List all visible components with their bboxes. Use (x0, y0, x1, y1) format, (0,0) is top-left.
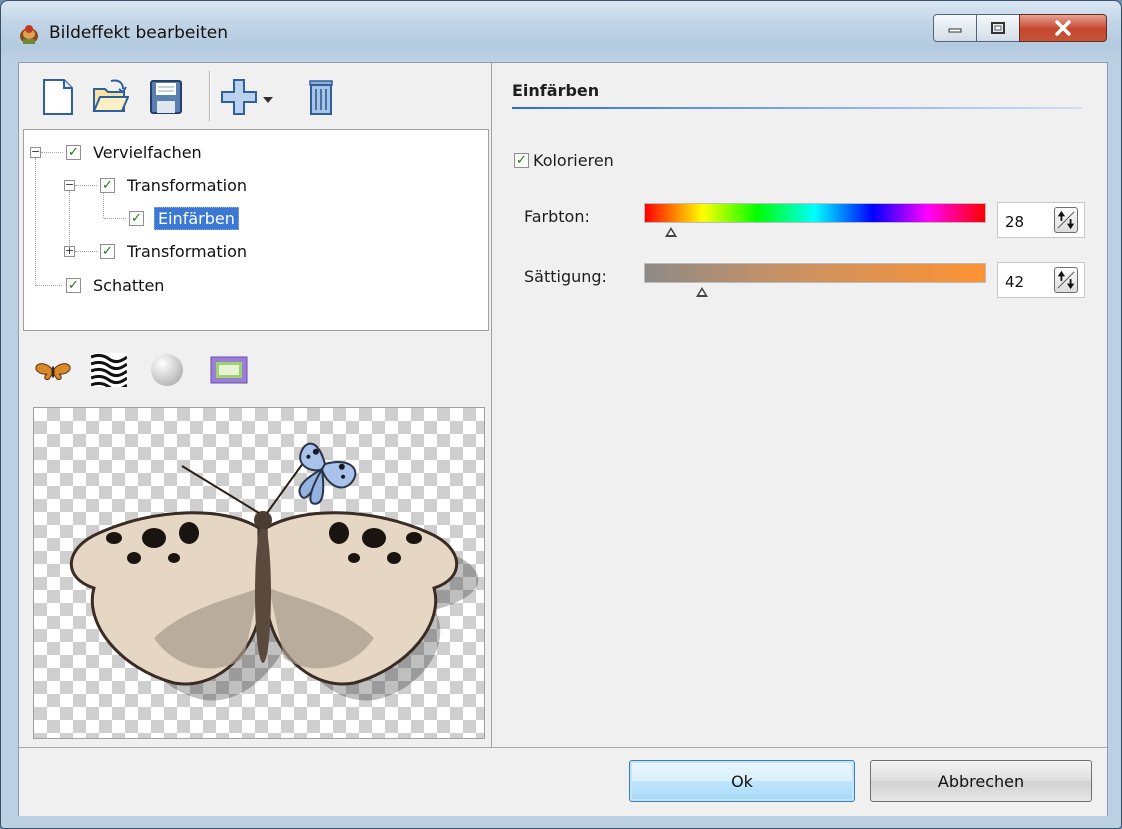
saturation-spinbox[interactable]: 42 (997, 262, 1085, 298)
tree-line (36, 285, 62, 286)
dialog-window: Bildeffekt bearbeiten − ✓ Vervielfachen … (0, 0, 1122, 829)
tree-node-vervielfachen[interactable]: ✓ Vervielfachen (66, 140, 202, 164)
colorize-label: Kolorieren (533, 151, 614, 170)
tree-node-transformation-1[interactable]: ✓ Transformation (100, 173, 247, 197)
spin-updown-icon[interactable] (1054, 207, 1078, 233)
title-bar[interactable]: Bildeffekt bearbeiten (1, 1, 1121, 61)
tree-node-label: Transformation (127, 241, 248, 261)
colorize-checkbox[interactable]: ✓ (514, 153, 529, 168)
new-document-icon[interactable] (39, 77, 77, 117)
tree-expand-toggle[interactable]: + (64, 245, 75, 257)
dialog-client-area: − ✓ Vervielfachen − ✓ Transformation ✓ E… (18, 62, 1108, 816)
settings-pane: Einfärben ✓ Kolorieren Farbton: 28 Sätti… (492, 63, 1107, 747)
section-divider (512, 107, 1082, 109)
hue-slider-track[interactable] (644, 203, 986, 223)
tree-line (41, 152, 63, 153)
tree-node-einfaerben[interactable]: ✓ Einfärben (129, 206, 239, 230)
saturation-label: Sättigung: (524, 267, 607, 286)
butterfly-thumbnail-icon[interactable] (33, 353, 73, 387)
hue-label: Farbton: (524, 207, 590, 226)
section-title: Einfärben (512, 81, 600, 100)
maximize-icon (991, 22, 1005, 34)
tree-node-label: Vervielfachen (93, 142, 202, 162)
tree-node-label: Transformation (127, 175, 248, 195)
tree-node-checkbox[interactable]: ✓ (66, 277, 81, 293)
tree-line (75, 185, 97, 186)
hue-spinbox[interactable]: 28 (997, 202, 1085, 238)
tree-node-checkbox[interactable]: ✓ (100, 177, 115, 193)
delete-trash-icon[interactable] (302, 77, 340, 117)
cancel-button[interactable]: Abbrechen (870, 760, 1092, 802)
open-folder-icon[interactable] (91, 77, 129, 117)
effects-toolbar (19, 63, 491, 129)
tree-line (75, 251, 97, 252)
dialog-footer: Ok Abbrechen (19, 747, 1107, 816)
minimize-button[interactable] (933, 14, 977, 42)
ok-button[interactable]: Ok (629, 760, 855, 802)
left-pane: − ✓ Vervielfachen − ✓ Transformation ✓ E… (19, 63, 492, 747)
minimize-icon (948, 28, 962, 33)
butterfly-preview-image (69, 442, 479, 701)
dropdown-arrow-icon[interactable] (261, 77, 275, 117)
effects-tree[interactable]: − ✓ Vervielfachen − ✓ Transformation ✓ E… (23, 129, 489, 331)
colorize-checkbox-row[interactable]: ✓ Kolorieren (514, 151, 614, 170)
maximize-button[interactable] (976, 14, 1020, 42)
toolbar-separator (209, 71, 211, 121)
tree-node-schatten[interactable]: ✓ Schatten (66, 273, 164, 297)
add-effect-icon[interactable] (219, 77, 259, 117)
effects-app-icon (20, 25, 38, 44)
saturation-slider-track[interactable] (644, 263, 986, 283)
hue-slider-thumb[interactable] (665, 227, 678, 237)
tree-node-checkbox[interactable]: ✓ (129, 210, 144, 226)
sphere-icon[interactable] (149, 353, 185, 387)
tree-node-label: Schatten (93, 275, 165, 295)
spin-updown-icon[interactable] (1054, 267, 1078, 293)
tree-node-label-selected: Einfärben (154, 206, 239, 230)
effect-preview-canvas (33, 407, 485, 739)
tree-line (104, 218, 126, 219)
close-icon (1055, 20, 1071, 36)
tree-node-checkbox[interactable]: ✓ (66, 144, 81, 160)
saturation-slider-thumb[interactable] (696, 287, 709, 297)
tree-node-transformation-2[interactable]: ✓ Transformation (100, 239, 247, 263)
close-button[interactable] (1019, 14, 1107, 42)
saturation-value: 42 (1005, 273, 1025, 291)
zebra-pattern-icon[interactable] (91, 353, 127, 387)
hue-value: 28 (1005, 213, 1025, 231)
tree-node-checkbox[interactable]: ✓ (100, 243, 115, 259)
save-disk-icon[interactable] (147, 77, 185, 117)
preview-toolbar (19, 335, 491, 405)
window-title: Bildeffekt bearbeiten (49, 23, 228, 43)
tree-collapse-toggle[interactable]: − (64, 179, 75, 191)
tree-line (35, 158, 36, 286)
frame-icon[interactable] (209, 353, 249, 387)
tree-collapse-toggle[interactable]: − (30, 146, 41, 158)
